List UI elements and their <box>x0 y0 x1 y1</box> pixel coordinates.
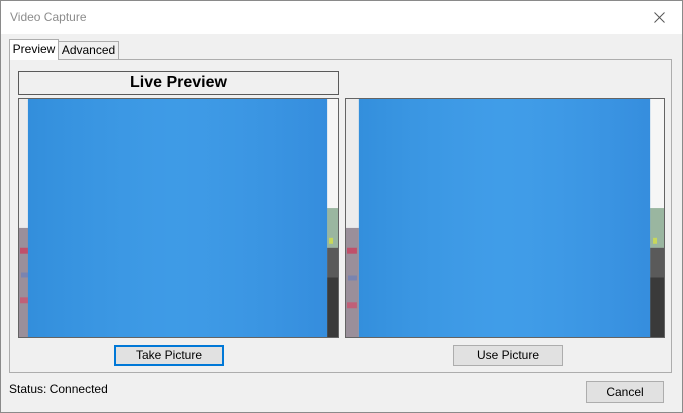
tab-preview[interactable]: Preview <box>9 39 59 60</box>
status-label: Status: <box>9 382 47 396</box>
take-picture-button[interactable]: Take Picture <box>114 345 224 366</box>
close-icon <box>653 12 665 23</box>
cancel-button[interactable]: Cancel <box>586 381 664 403</box>
close-button[interactable] <box>636 1 682 34</box>
live-preview-feed <box>18 98 339 338</box>
tab-advanced[interactable]: Advanced <box>59 41 119 60</box>
status-bar: Status: Connected <box>9 382 108 396</box>
video-capture-window: Video Capture Preview Advanced Live Prev… <box>0 0 683 413</box>
captured-picture-feed <box>345 98 665 338</box>
title-bar[interactable]: Video Capture <box>1 1 682 34</box>
captured-feed-image <box>346 99 664 337</box>
live-feed-image <box>19 99 338 337</box>
live-preview-title: Live Preview <box>18 71 339 95</box>
use-picture-button[interactable]: Use Picture <box>453 345 563 366</box>
status-value: Connected <box>49 382 108 396</box>
window-title: Video Capture <box>10 10 87 24</box>
